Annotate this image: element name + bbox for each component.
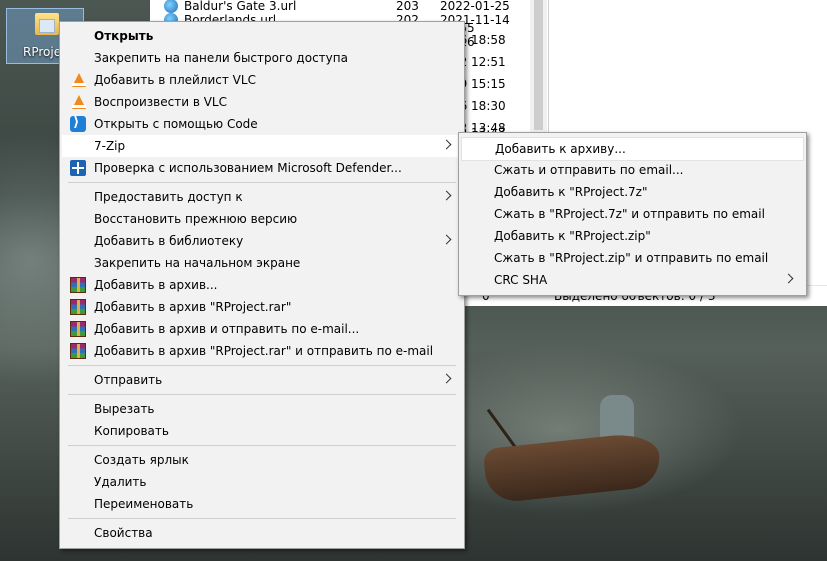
- menu-rar-add-named[interactable]: Добавить в архив "RProject.rar": [62, 296, 462, 318]
- menu-label: Открыть с помощью Code: [94, 117, 258, 131]
- menu-label: Закрепить на панели быстрого доступа: [94, 51, 348, 65]
- menu-share-with[interactable]: Предоставить доступ к: [62, 186, 462, 208]
- chevron-right-icon: [441, 373, 452, 384]
- vlc-cone-icon: [72, 73, 86, 87]
- menu-pin-quick-access[interactable]: Закрепить на панели быстрого доступа: [62, 47, 462, 69]
- menu-properties[interactable]: Свойства: [62, 522, 462, 544]
- menu-label: Добавить к "RProject.7z": [494, 185, 648, 199]
- menu-open-with-code[interactable]: Открыть с помощью Code: [62, 113, 462, 135]
- menu-label: Предоставить доступ к: [94, 190, 243, 204]
- menu-label: Добавить в архив "RProject.rar": [94, 300, 292, 314]
- menu-create-shortcut[interactable]: Создать ярлык: [62, 449, 462, 471]
- menu-label: Сжать и отправить по email...: [494, 163, 684, 177]
- menu-rar-add-email[interactable]: Добавить в архив и отправить по e-mail..…: [62, 318, 462, 340]
- menu-label: Удалить: [94, 475, 147, 489]
- menu-label: Восстановить прежнюю версию: [94, 212, 298, 226]
- menu-delete[interactable]: Удалить: [62, 471, 462, 493]
- menu-separator: [68, 518, 456, 519]
- menu-label: Добавить к "RProject.zip": [494, 229, 651, 243]
- menu-copy[interactable]: Копировать: [62, 420, 462, 442]
- menu-label: Закрепить на начальном экране: [94, 256, 301, 270]
- menu-label: Добавить в плейлист VLC: [94, 73, 256, 87]
- menu-add-to-library[interactable]: Добавить в библиотеку: [62, 230, 462, 252]
- menu-7zip[interactable]: 7-Zip: [62, 135, 462, 157]
- menu-defender-scan[interactable]: Проверка с использованием Microsoft Defe…: [62, 157, 462, 179]
- menu-7zip-compress-zip-email[interactable]: Сжать в "RProject.zip" и отправить по em…: [461, 247, 804, 269]
- submenu-7zip: Добавить к архиву... Сжать и отправить п…: [458, 132, 807, 296]
- menu-7zip-add-zip[interactable]: Добавить к "RProject.zip": [461, 225, 804, 247]
- vlc-cone-icon: [72, 95, 86, 109]
- menu-rename[interactable]: Переименовать: [62, 493, 462, 515]
- menu-label: Переименовать: [94, 497, 194, 511]
- menu-label: 7-Zip: [94, 139, 126, 153]
- chevron-right-icon: [441, 139, 452, 150]
- winrar-icon: [70, 299, 86, 315]
- menu-rar-add-named-email[interactable]: Добавить в архив "RProject.rar" и отправ…: [62, 340, 462, 362]
- winrar-icon: [70, 321, 86, 337]
- menu-7zip-crc-sha[interactable]: CRC SHA: [461, 269, 804, 291]
- menu-label: Отправить: [94, 373, 163, 387]
- defender-shield-icon: [70, 160, 86, 176]
- chevron-right-icon: [441, 234, 452, 245]
- menu-7zip-compress-7z-email[interactable]: Сжать в "RProject.7z" и отправить по ema…: [461, 203, 804, 225]
- menu-separator: [68, 365, 456, 366]
- scrollbar-thumb[interactable]: [534, 0, 543, 130]
- folder-icon: [35, 13, 59, 35]
- menu-label: Копировать: [94, 424, 169, 438]
- menu-label: Сжать в "RProject.7z" и отправить по ema…: [494, 207, 765, 221]
- menu-label: Добавить в архив...: [94, 278, 218, 292]
- menu-open[interactable]: Открыть: [62, 25, 462, 47]
- menu-label: CRC SHA: [494, 273, 548, 287]
- menu-separator: [68, 394, 456, 395]
- menu-pin-start[interactable]: Закрепить на начальном экране: [62, 252, 462, 274]
- winrar-icon: [70, 277, 86, 293]
- menu-separator: [68, 445, 456, 446]
- menu-label: Воспроизвести в VLC: [94, 95, 227, 109]
- menu-separator: [68, 182, 456, 183]
- menu-label: Добавить в архив и отправить по e-mail..…: [94, 322, 360, 336]
- menu-label: Добавить в библиотеку: [94, 234, 244, 248]
- menu-7zip-add-7z[interactable]: Добавить к "RProject.7z": [461, 181, 804, 203]
- menu-label: Создать ярлык: [94, 453, 189, 467]
- menu-send-to[interactable]: Отправить: [62, 369, 462, 391]
- menu-7zip-compress-email[interactable]: Сжать и отправить по email...: [461, 159, 804, 181]
- context-menu: Открыть Закрепить на панели быстрого дос…: [59, 21, 465, 549]
- chevron-right-icon: [441, 190, 452, 201]
- menu-label: Сжать в "RProject.zip" и отправить по em…: [494, 251, 769, 265]
- menu-label: Вырезать: [94, 402, 155, 416]
- menu-label: Свойства: [94, 526, 153, 540]
- menu-vlc-playlist[interactable]: Добавить в плейлист VLC: [62, 69, 462, 91]
- menu-restore-version[interactable]: Восстановить прежнюю версию: [62, 208, 462, 230]
- menu-label: Добавить в архив "RProject.rar" и отправ…: [94, 344, 434, 358]
- menu-rar-add[interactable]: Добавить в архив...: [62, 274, 462, 296]
- menu-cut[interactable]: Вырезать: [62, 398, 462, 420]
- menu-label: Проверка с использованием Microsoft Defe…: [94, 161, 402, 175]
- vscode-icon: [70, 114, 86, 132]
- menu-7zip-add[interactable]: Добавить к архиву...: [461, 137, 804, 161]
- winrar-icon: [70, 343, 86, 359]
- menu-label: Добавить к архиву...: [495, 142, 626, 156]
- menu-label: Открыть: [94, 29, 154, 43]
- menu-vlc-play[interactable]: Воспроизвести в VLC: [62, 91, 462, 113]
- chevron-right-icon: [783, 273, 794, 284]
